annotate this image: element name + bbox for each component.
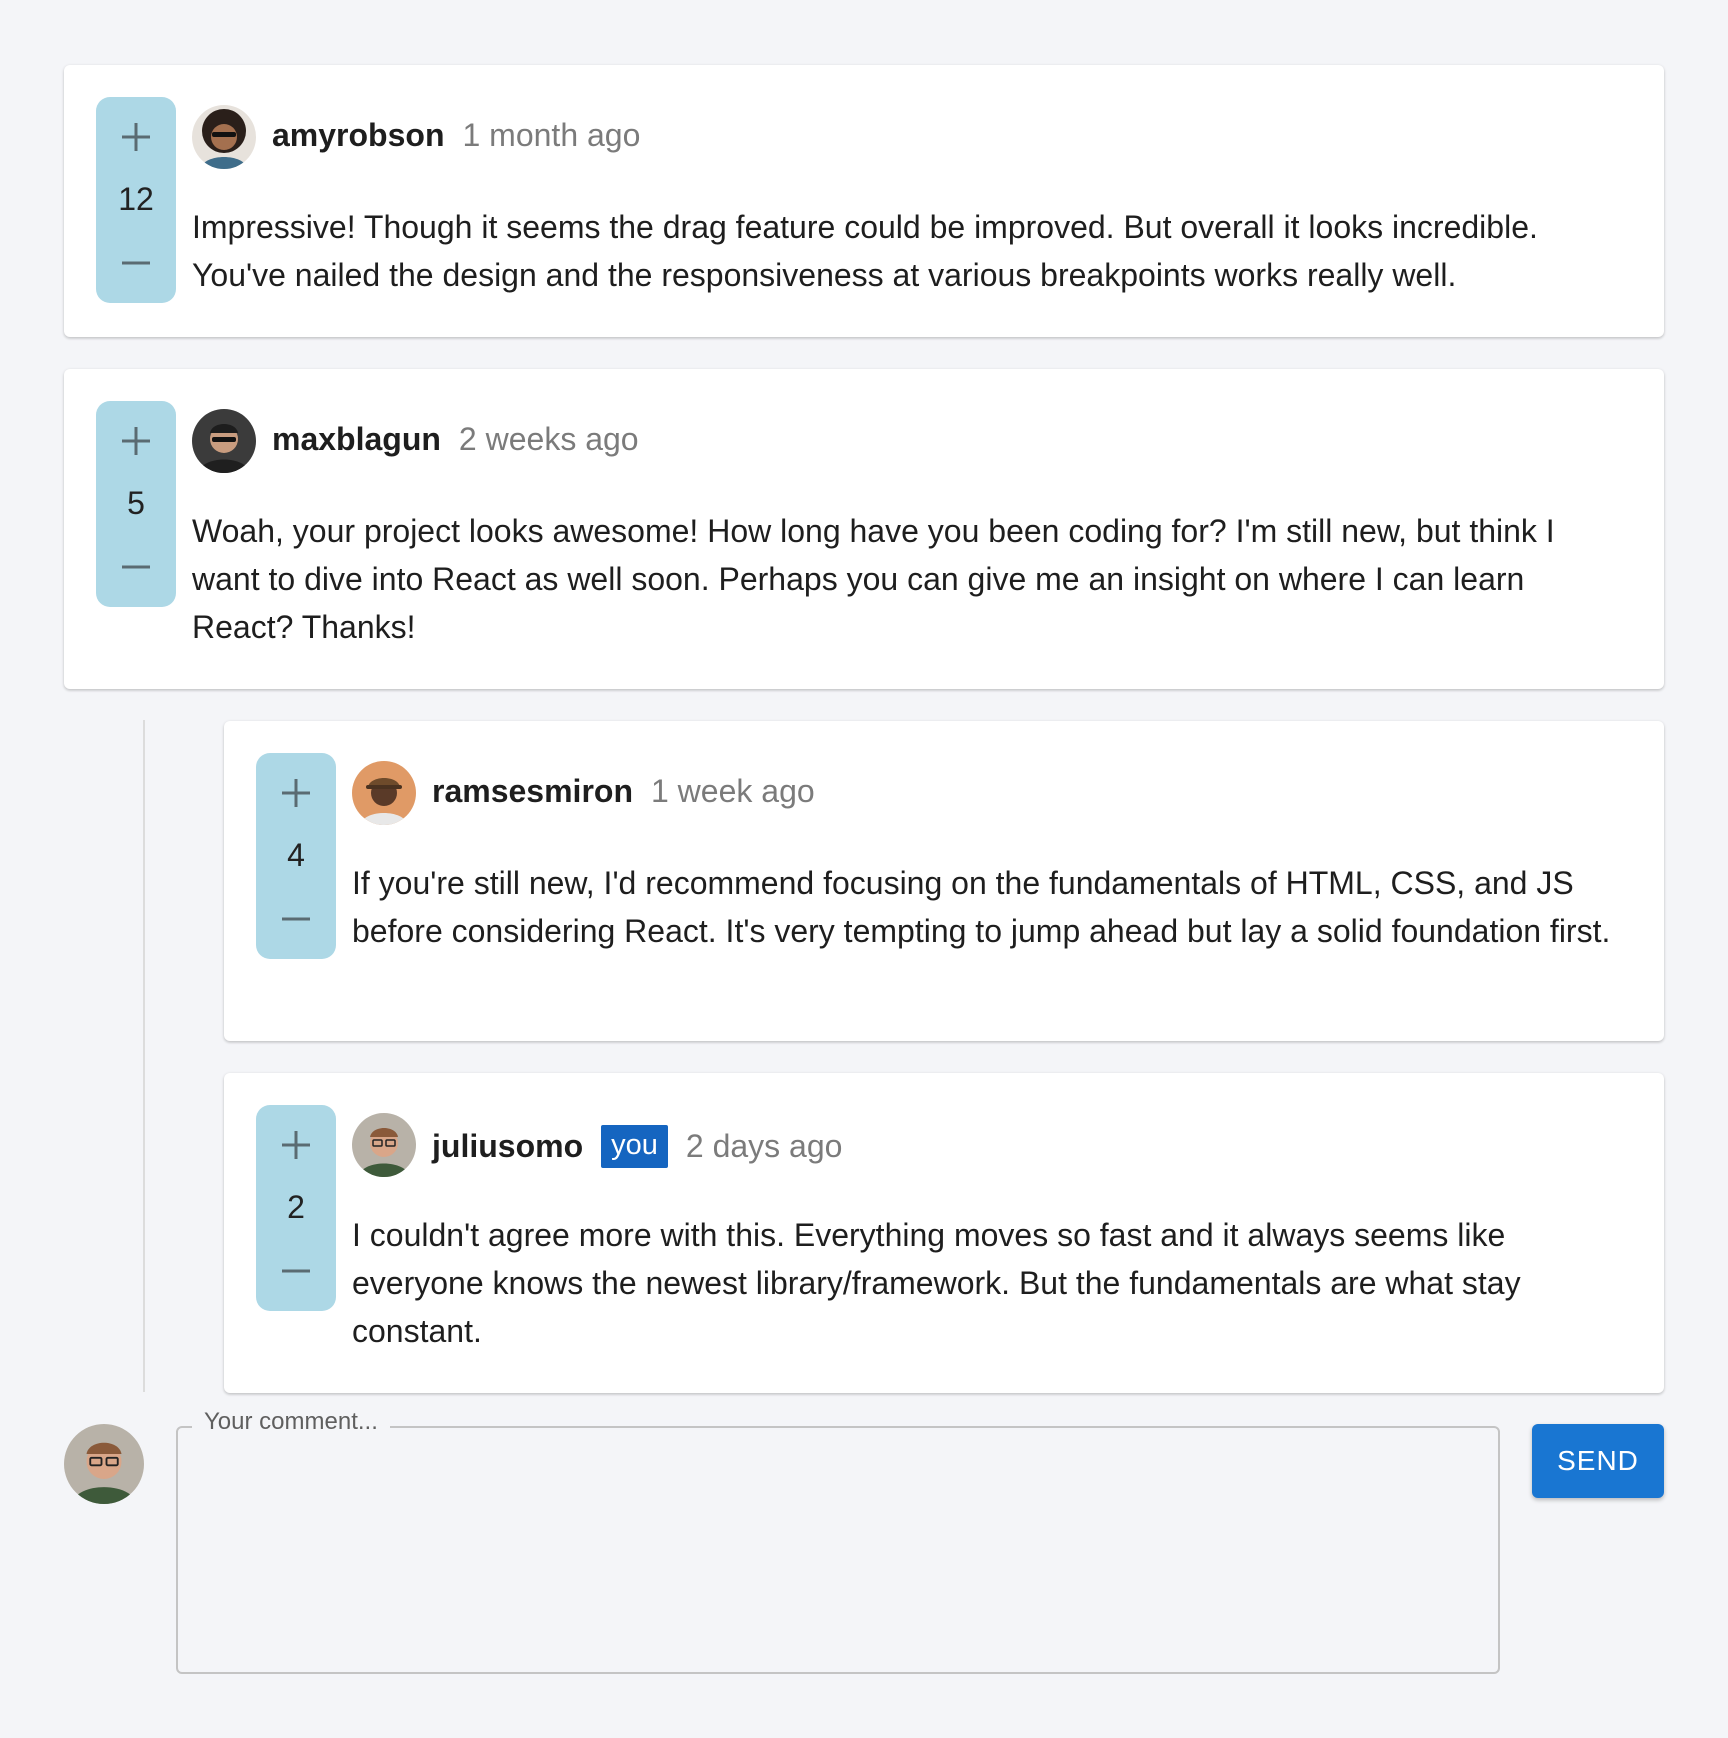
avatar [352,1113,416,1177]
avatar [192,409,256,473]
timestamp: 2 days ago [685,1128,843,1164]
plus-icon [282,1131,310,1159]
score-value: 4 [287,837,305,873]
downvote-button[interactable] [256,1245,336,1297]
upvote-button[interactable] [256,767,336,819]
avatar [192,105,256,169]
minus-icon [282,1269,310,1273]
you-badge: you [601,1125,668,1168]
score-value: 12 [118,181,154,217]
downvote-button[interactable] [96,237,176,289]
vote-control: 12 [96,97,176,303]
timestamp: 1 week ago [650,773,815,809]
send-button[interactable]: SEND [1532,1424,1664,1498]
username[interactable]: maxblagun [272,421,441,458]
comment-input-label: Your comment... [192,1408,390,1436]
upvote-button[interactable] [256,1119,336,1171]
plus-icon [282,779,310,807]
comment-text: Impressive! Though it seems the drag fea… [192,209,1538,293]
comment-input[interactable] [200,1452,1484,1656]
username[interactable]: juliusomo [432,1128,583,1165]
vote-control: 2 [256,1105,336,1311]
plus-icon [122,427,150,455]
username[interactable]: ramsesmiron [432,773,633,810]
downvote-button[interactable] [256,893,336,945]
comment-text: If you're still new, I'd recommend focus… [352,865,1611,949]
current-user-avatar [64,1424,144,1504]
plus-icon [122,123,150,151]
score-value: 2 [287,1189,305,1225]
vote-control: 5 [96,401,176,607]
reply-thread-line [143,720,145,1392]
minus-icon [282,917,310,921]
username[interactable]: amyrobson [272,117,444,154]
comment-card: 5 maxblagun 2 weeks ago Woah, your proje… [64,369,1664,689]
timestamp: 2 weeks ago [458,421,639,457]
upvote-button[interactable] [96,111,176,163]
timestamp: 1 month ago [462,117,641,153]
comment-header: amyrobson 1 month ago [272,117,640,154]
avatar [352,761,416,825]
comment-text: Woah, your project looks awesome! How lo… [192,513,1555,645]
comment-card: 12 amyrobson 1 month ago Impressive! Tho… [64,65,1664,337]
upvote-button[interactable] [96,415,176,467]
comment-header: juliusomo you 2 days ago [432,1125,842,1168]
vote-control: 4 [256,753,336,959]
reply-card: 4 ramsesmiron 1 week ago If you're still… [224,721,1664,1041]
reply-card: 2 juliusomo you 2 days ago I couldn't ag… [224,1073,1664,1393]
minus-icon [122,261,150,265]
score-value: 5 [127,485,145,521]
comment-header: ramsesmiron 1 week ago [432,773,815,810]
downvote-button[interactable] [96,541,176,593]
comment-header: maxblagun 2 weeks ago [272,421,639,458]
comment-text: I couldn't agree more with this. Everyth… [352,1217,1521,1349]
minus-icon [122,565,150,569]
